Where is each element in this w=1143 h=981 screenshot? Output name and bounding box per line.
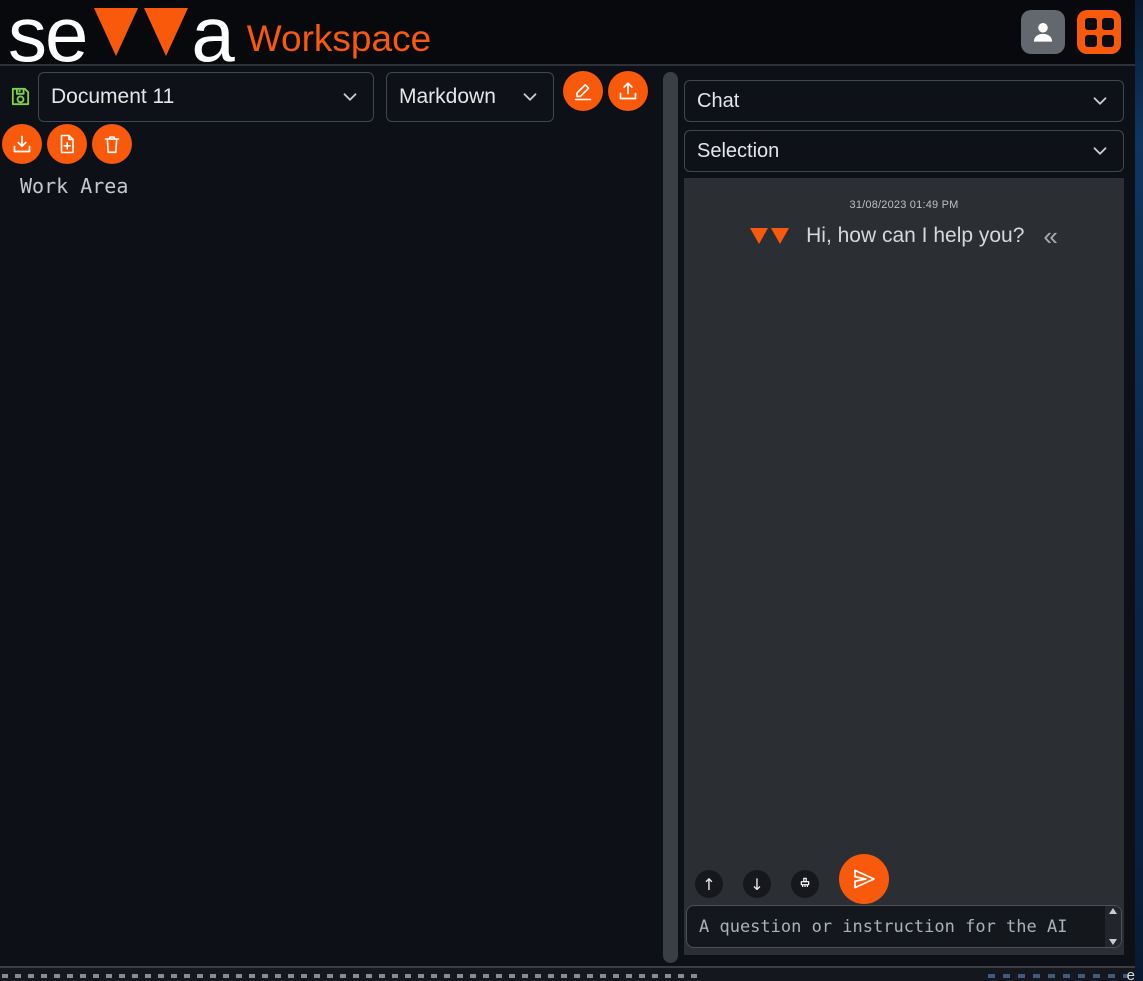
upload-icon xyxy=(616,79,640,103)
chevron-down-icon xyxy=(519,86,541,108)
chevron-down-icon xyxy=(1089,140,1111,162)
new-document-button[interactable] xyxy=(47,124,87,164)
scroll-down-button[interactable]: ↓ xyxy=(743,870,771,898)
chat-input-placeholder: A question or instruction for the AI xyxy=(687,917,1105,937)
corner-text-fragment: e xyxy=(1127,968,1135,981)
edit-button[interactable] xyxy=(563,71,603,111)
upload-button[interactable] xyxy=(608,71,648,111)
scrollbar-up-arrow-icon[interactable] xyxy=(1109,908,1117,914)
logo-triangle-icon xyxy=(144,8,188,56)
file-plus-icon xyxy=(55,132,79,156)
selection-scope-select[interactable]: Selection xyxy=(684,130,1124,172)
collapse-message-icon[interactable]: « xyxy=(1043,226,1057,246)
message-timestamp: 31/08/2023 01:49 PM xyxy=(684,199,1124,211)
selection-scope-value: Selection xyxy=(697,140,1089,163)
send-icon xyxy=(850,865,878,893)
broom-icon xyxy=(797,876,813,892)
logo-text-prefix: se xyxy=(8,5,86,63)
product-name: Workspace xyxy=(247,20,431,57)
pencil-edit-icon xyxy=(571,79,595,103)
message-text: Hi, how can I help you? xyxy=(806,224,1024,248)
chat-input[interactable]: A question or instruction for the AI xyxy=(686,905,1122,948)
input-scrollbar[interactable] xyxy=(1105,906,1121,947)
editor-scrollbar[interactable] xyxy=(662,70,679,966)
logo-text-suffix: a xyxy=(191,5,232,63)
scrollbar-down-arrow-icon[interactable] xyxy=(1109,939,1117,945)
work-area-placeholder: Work Area xyxy=(20,174,660,198)
delete-button[interactable] xyxy=(92,124,132,164)
assistant-logo-icon xyxy=(750,228,789,244)
download-button[interactable] xyxy=(2,124,42,164)
document-select-value: Document 11 xyxy=(51,85,339,109)
scrollbar-thumb[interactable] xyxy=(663,72,678,963)
format-select[interactable]: Markdown xyxy=(386,72,554,122)
document-select[interactable]: Document 11 xyxy=(38,72,374,122)
trash-icon xyxy=(100,132,124,156)
clipped-text-fragment xyxy=(988,974,1128,978)
send-button[interactable] xyxy=(839,854,889,904)
save-status-icon xyxy=(9,84,32,109)
arrow-down-icon: ↓ xyxy=(750,875,763,894)
scroll-up-button[interactable]: ↑ xyxy=(695,870,723,898)
clear-chat-button[interactable] xyxy=(791,870,819,898)
arrow-up-icon: ↑ xyxy=(702,875,715,894)
logo: se a Workspace xyxy=(8,1,431,63)
chat-message: Hi, how can I help you? « xyxy=(684,224,1124,248)
chat-panel: Chat Selection 31/08/2023 01:49 PM Hi, h… xyxy=(684,0,1124,981)
chat-mode-value: Chat xyxy=(697,90,1089,113)
work-area-editor[interactable]: Work Area xyxy=(0,166,660,966)
desktop-wallpaper-edge xyxy=(1135,0,1143,981)
chevron-down-icon xyxy=(339,86,361,108)
bottom-status-strip: e xyxy=(0,966,1135,981)
download-icon xyxy=(10,132,34,156)
format-select-value: Markdown xyxy=(399,85,519,109)
app-window: se a Workspace xyxy=(0,0,1135,981)
chat-messages: 31/08/2023 01:49 PM Hi, how can I help y… xyxy=(684,178,1124,955)
clipped-text-fragment xyxy=(2,974,704,978)
logo-triangle-icon xyxy=(94,8,138,56)
chevron-down-icon xyxy=(1089,90,1111,112)
chat-mode-select[interactable]: Chat xyxy=(684,80,1124,122)
